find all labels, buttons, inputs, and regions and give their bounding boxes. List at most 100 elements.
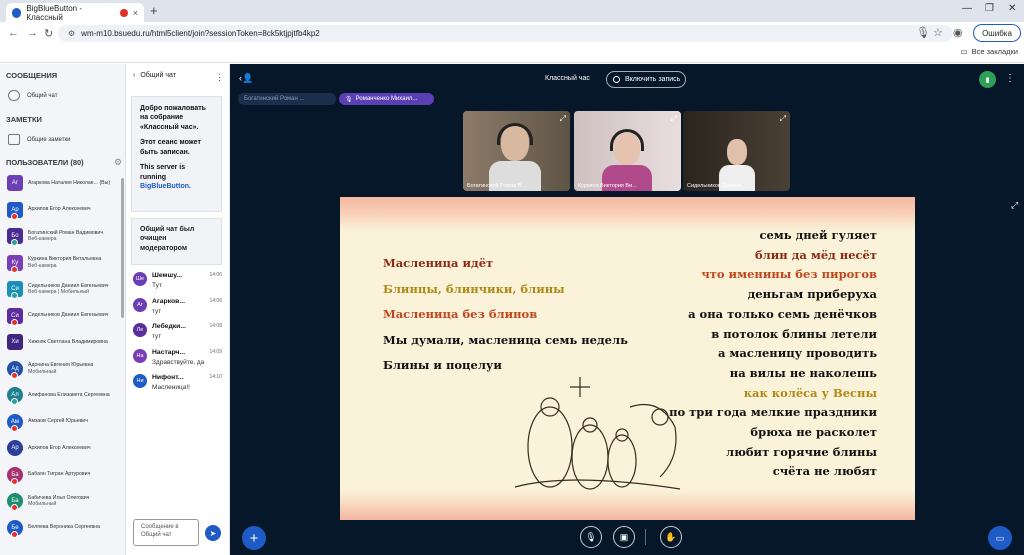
chat-cleared-notice: Общий чат был очищен модератором	[131, 218, 222, 265]
webcam-tile[interactable]: ⤢ Куркина Виктория Ви...	[574, 111, 681, 191]
slide-text-line: что именины без пирогов	[701, 267, 877, 282]
user-list-item[interactable]: Ба Бабичева Илья Олегович Мобильный	[7, 493, 119, 511]
user-list-item[interactable]: Бо Богатинский Роман Вадимович Веб-камера	[7, 228, 119, 246]
webcam-caption: Куркина Виктория Ви...	[578, 183, 637, 189]
slide-text-line: Мы думали, масленица семь недель	[383, 332, 628, 347]
actions-plus-button[interactable]: +	[242, 526, 266, 550]
slide-text-line: в потолок блины летели	[711, 326, 877, 341]
maslenitsa-illustration	[514, 377, 681, 490]
browser-tab[interactable]: BigBlueButton - Классный ×	[6, 3, 144, 22]
expand-icon[interactable]: ⤢	[780, 114, 786, 124]
tab-title: BigBlueButton - Классный	[26, 3, 83, 22]
user-name: Адонина Евгения Юрьевна	[28, 362, 94, 368]
webcam-tile[interactable]: ⤢ Богатинский Роман В...	[463, 111, 570, 191]
reload-icon[interactable]: ↻	[44, 27, 53, 40]
forward-icon[interactable]: →	[27, 27, 38, 39]
chat-options-icon[interactable]: ⋮	[215, 72, 224, 83]
user-name: Агаркова Наталия Николае... (Вы)	[28, 179, 111, 186]
connection-status-icon[interactable]: ▮	[979, 71, 996, 88]
message-text: Здравствуйте, да	[152, 358, 205, 366]
user-list-item[interactable]: Бе Беляева Вероника Сергеевна	[7, 519, 119, 538]
message-time: 14:06	[209, 297, 222, 304]
slide-text-line: блин да мёд несёт	[754, 247, 877, 262]
expand-icon[interactable]: ⤢	[671, 114, 677, 124]
start-recording-button[interactable]: Включить запись	[606, 71, 686, 88]
bookmark-star-icon[interactable]: ☆	[933, 26, 943, 39]
chat-header[interactable]: ‹ Общий чат	[133, 72, 176, 79]
tab-close-icon[interactable]: ×	[133, 8, 138, 18]
new-tab-button[interactable]: +	[150, 3, 158, 18]
user-status-dot	[11, 239, 18, 246]
restore-icon[interactable]: ❐	[985, 3, 994, 14]
minimize-icon[interactable]: —	[962, 3, 972, 14]
mute-microphone-button[interactable]: 🎙	[580, 526, 602, 548]
presentation-slide[interactable]: Масленица идёт Блинцы, блинчики, блины Мас…	[340, 197, 915, 520]
slide-text-line: Блинцы, блинчики, блины	[383, 281, 565, 296]
recording-indicator-icon	[120, 8, 128, 17]
expand-icon[interactable]: ⤢	[560, 114, 566, 124]
bookmarks-bar	[0, 44, 1024, 63]
slide-text-line: а она только семь денёчков	[688, 306, 877, 321]
folder-icon: ▭	[960, 47, 968, 56]
site-info-icon[interactable]: ⚙	[68, 29, 75, 38]
user-name: Архипов Егор Алексеевич	[28, 444, 91, 451]
back-chevron-icon[interactable]: ‹	[133, 72, 135, 79]
camera-button[interactable]: ▣	[613, 526, 635, 548]
webcam-caption: Сидельников Даниил...	[687, 183, 747, 189]
address-bar[interactable]: ⚙ wm-m10.bsuedu.ru/html5client/join?sess…	[58, 25, 953, 42]
chat-bubble-icon	[8, 90, 20, 101]
user-list-item[interactable]: Си Сидельников Даниил Евгеньевич Веб-камер…	[7, 281, 119, 299]
avatar: Ше	[133, 272, 147, 286]
back-icon[interactable]: ←	[8, 27, 19, 39]
user-list-item[interactable]: Ал Алифанова Елизавета Сергеевна	[7, 387, 119, 405]
user-list-item[interactable]: Ам Амзаов Сергей Юрьевич	[7, 413, 119, 432]
slide-text-line: семь дней гуляет	[759, 228, 877, 242]
webcam-tile[interactable]: ⤢ Сидельников Даниил...	[683, 111, 790, 191]
microphone-permission-icon[interactable]: 🎙	[916, 26, 930, 39]
error-button[interactable]: Ошибка	[973, 24, 1021, 42]
toggle-userlist-icon[interactable]: ‹👤	[239, 73, 253, 84]
public-chat-item[interactable]: Общий чат	[8, 90, 58, 101]
notes-icon	[8, 134, 20, 145]
avatar: На	[133, 348, 147, 363]
avatar: Ле	[133, 323, 147, 337]
chat-message: Ше Шемшу... 14:06 Тут	[133, 272, 225, 289]
user-list-item[interactable]: Си Сидельников Даниил Евгеньевич	[7, 307, 119, 326]
slide-text-line: а масленицу проводить	[717, 346, 877, 361]
slide-text-line: брюха не расколет	[750, 425, 877, 439]
user-status-dot	[11, 424, 18, 432]
user-status-dot	[11, 212, 18, 220]
user-name: Беляева Вероника Сергеевна	[28, 524, 101, 531]
user-status-dot	[11, 530, 18, 538]
slide-text-line: как колёса у Весны	[743, 385, 877, 400]
all-bookmarks[interactable]: ▭ Все закладки	[961, 47, 1018, 56]
message-text: тут	[152, 333, 162, 340]
user-list-item[interactable]: Ад Адонина Евгения Юрьевна Мобильный	[7, 360, 119, 379]
send-message-button[interactable]: ➤	[205, 525, 221, 541]
chat-message-input[interactable]: Сообщение в Общий чат	[133, 519, 199, 546]
avatar: Аг	[7, 175, 23, 191]
user-list-item[interactable]: Ар Архипов Егор Алексеевич	[7, 201, 119, 220]
screen-share-button[interactable]: ▭	[988, 526, 1012, 550]
user-list-item[interactable]: Ку Куркина Виктория Витальевна Веб-камера	[7, 254, 119, 273]
raise-hand-button[interactable]: ✋	[660, 526, 682, 548]
shared-notes-item[interactable]: Общие заметки	[8, 134, 70, 145]
users-settings-gear-icon[interactable]: ⚙	[114, 157, 122, 168]
user-list-item[interactable]: Аг Агаркова Наталия Николае... (Вы)	[7, 175, 119, 191]
slide-text-line: на вилы не наколешь	[729, 365, 877, 380]
fullscreen-icon[interactable]: ⤢	[1011, 200, 1018, 211]
user-list-scrollbar[interactable]	[121, 178, 124, 318]
user-list-item[interactable]: Хи Хижняк Светлана Владимировна	[7, 334, 119, 350]
message-time: 14:10	[209, 374, 222, 380]
options-menu-icon[interactable]: ⋮	[1005, 73, 1015, 84]
user-name: Куркина Виктория Витальевна	[28, 256, 102, 262]
user-list-item[interactable]: Ба Бабаян Тигран Артурович	[7, 466, 119, 485]
user-name: Хижняк Светлана Владимировна	[28, 338, 108, 345]
bbb-link[interactable]: BigBlueButton.	[140, 182, 213, 191]
profile-icon[interactable]: ◉	[953, 26, 963, 39]
message-time: 14:06	[209, 272, 222, 278]
close-window-icon[interactable]: ✕	[1008, 3, 1016, 14]
user-list-item[interactable]: Ар Архипов Егор Алексеевич	[7, 440, 119, 456]
welcome-message: Добро пожаловать на собрание «Классный ч…	[131, 96, 222, 212]
slide-text-line: по три года мелкие праздники	[669, 405, 877, 420]
